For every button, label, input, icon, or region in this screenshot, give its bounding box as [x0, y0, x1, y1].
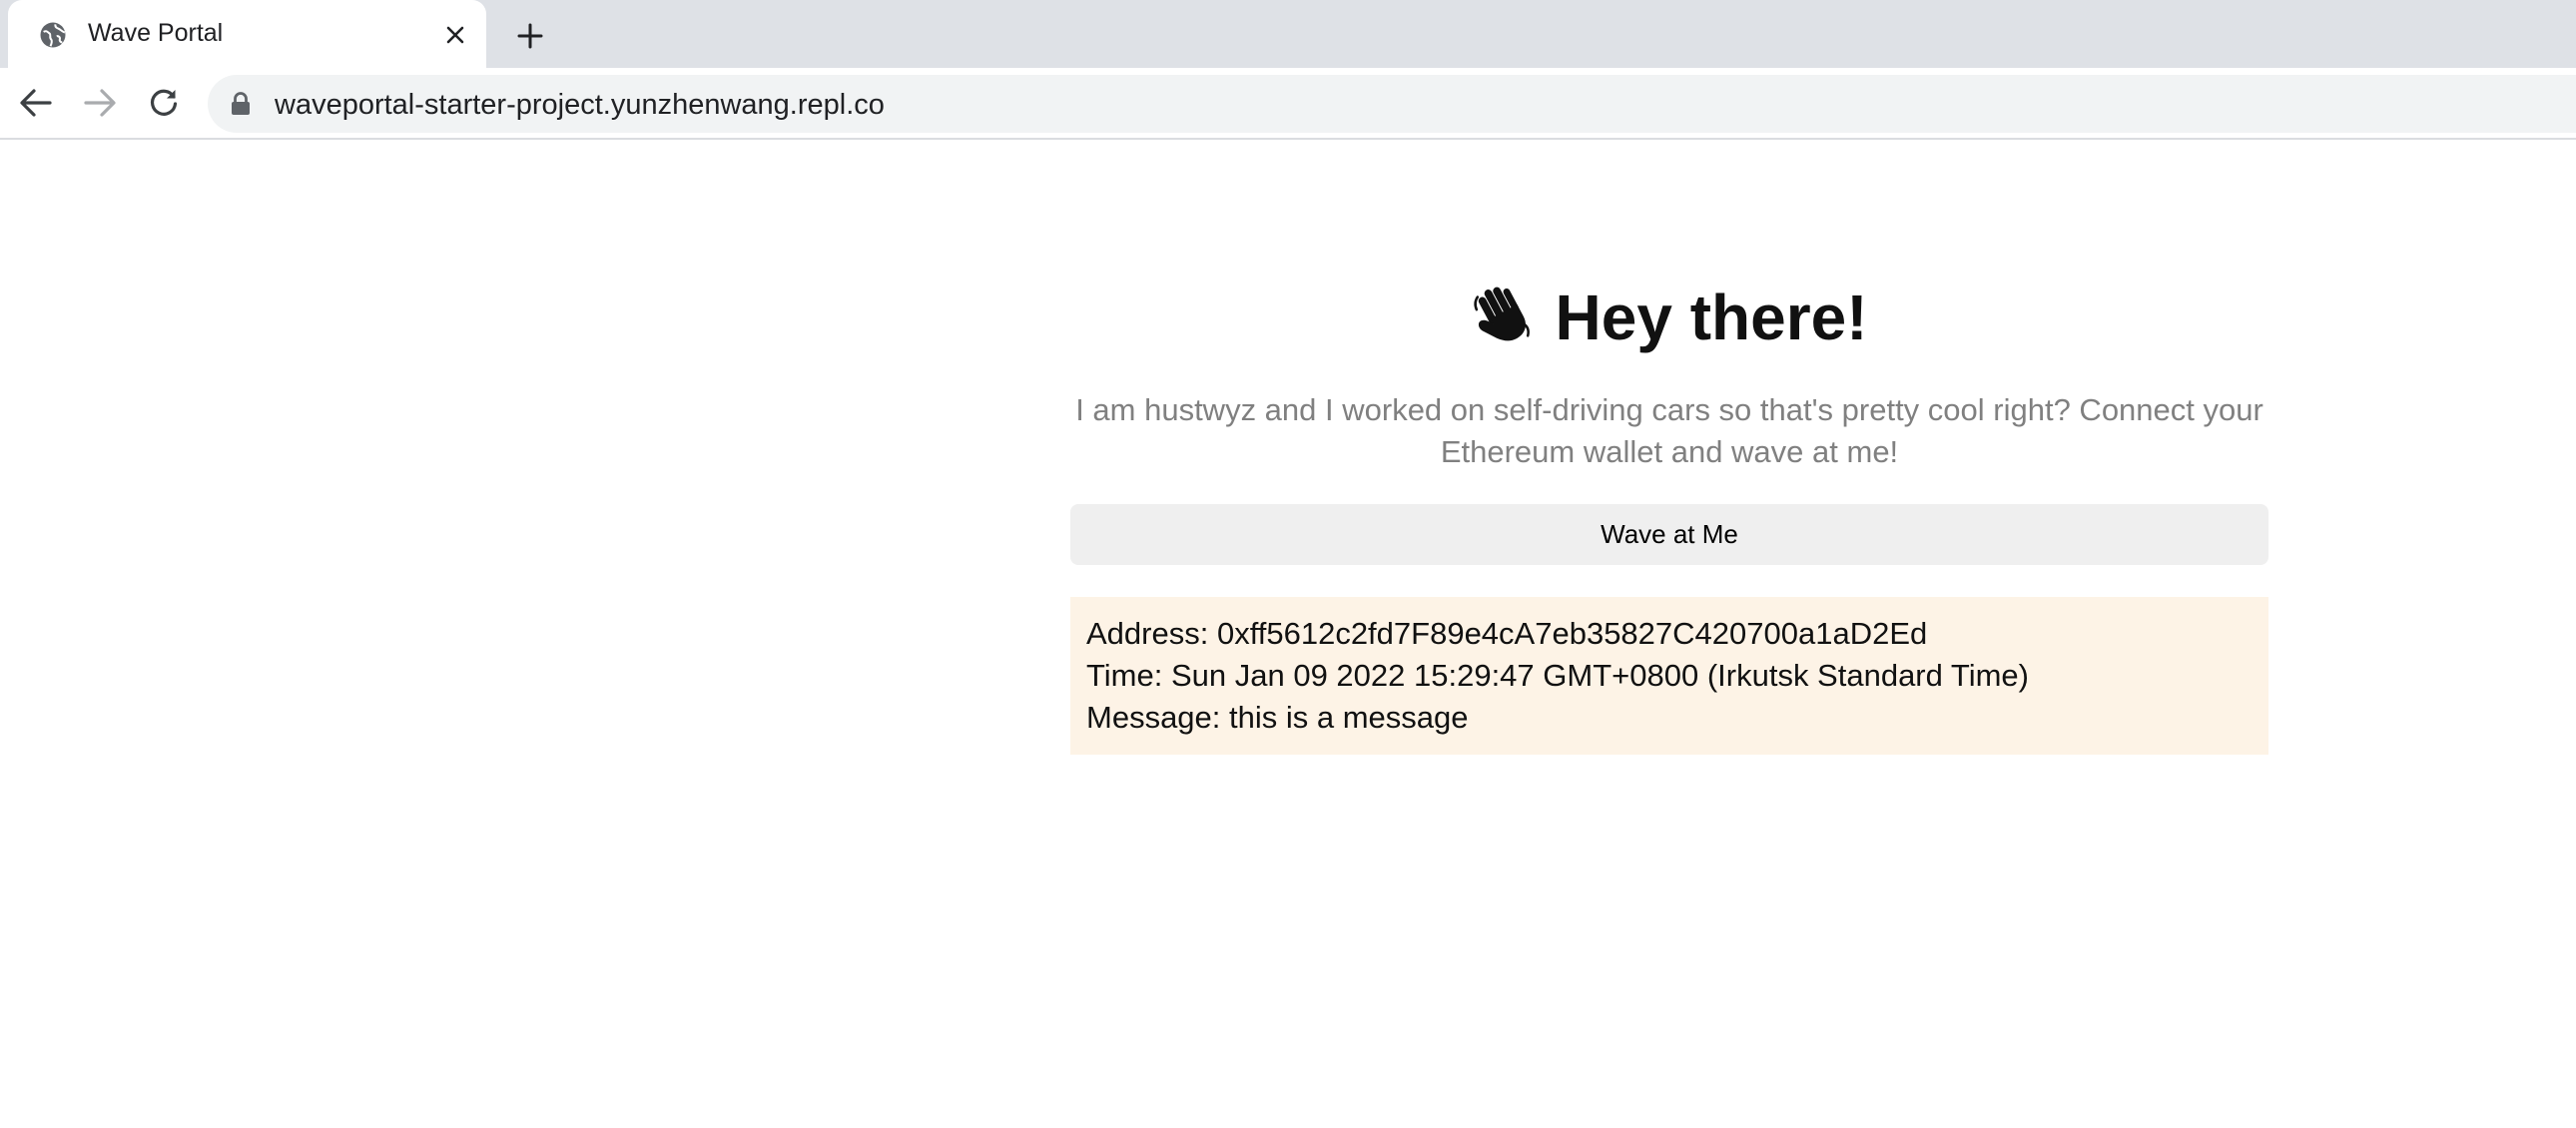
page-header: Hey there! — [1070, 278, 2268, 357]
lock-icon[interactable] — [230, 92, 252, 116]
wave-button[interactable]: Wave at Me — [1070, 504, 2268, 565]
url-text[interactable]: waveportal-starter-project.yunzhenwang.r… — [275, 89, 885, 122]
arrow-left-icon[interactable] — [14, 81, 58, 125]
tab-strip: Wave Portal — [0, 0, 2576, 68]
wave-message: Message: this is a message — [1086, 700, 1469, 735]
globe-icon — [38, 20, 68, 50]
wave-time: Time: Sun Jan 09 2022 15:29:47 GMT+0800 … — [1086, 658, 2029, 693]
page-title: Hey there! — [1555, 282, 1868, 353]
wave-address: Address: 0xff5612c2fd7F89e4cA7eb35827C42… — [1086, 616, 1928, 651]
close-icon[interactable] — [437, 17, 473, 53]
browser-tab[interactable]: Wave Portal — [8, 0, 486, 68]
arrow-right-icon[interactable] — [78, 81, 122, 125]
plus-icon[interactable] — [509, 15, 551, 57]
waving-hand-icon — [1472, 283, 1534, 345]
browser-toolbar: waveportal-starter-project.yunzhenwang.r… — [0, 68, 2576, 140]
address-bar[interactable]: waveportal-starter-project.yunzhenwang.r… — [208, 75, 2576, 133]
wave-card: Address: 0xff5612c2fd7F89e4cA7eb35827C42… — [1070, 597, 2268, 755]
reload-icon[interactable] — [142, 81, 186, 125]
bio-text: I am hustwyz and I worked on self-drivin… — [1075, 392, 2263, 469]
tab-title: Wave Portal — [88, 19, 224, 47]
